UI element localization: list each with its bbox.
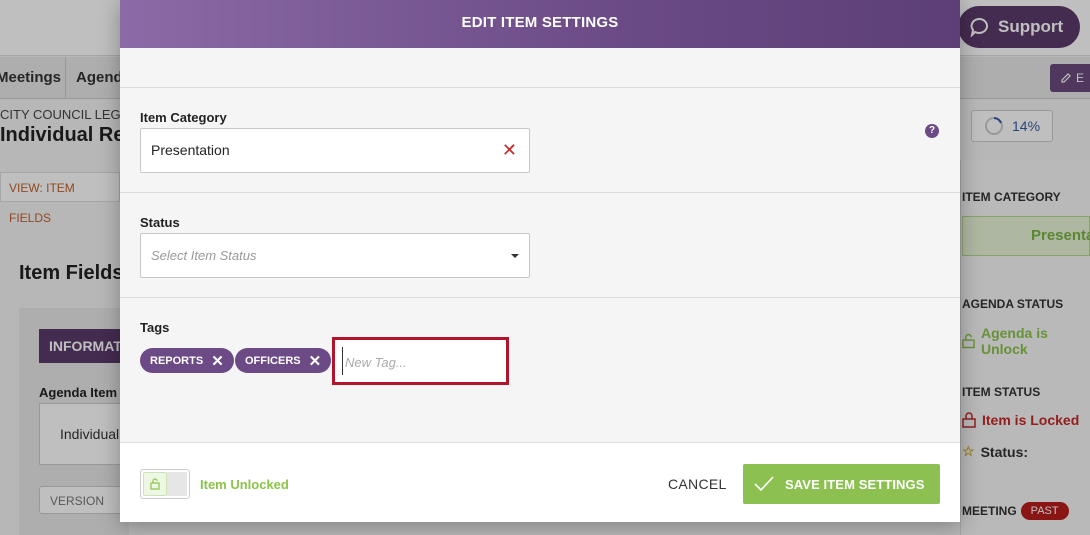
save-item-settings-button[interactable]: SAVE ITEM SETTINGS [743, 464, 940, 504]
toggle-knob [143, 472, 167, 496]
edit-item-settings-modal: EDIT ITEM SETTINGS Item Category Present… [120, 0, 960, 522]
tag-label: REPORTS [150, 354, 204, 367]
section-divider [120, 192, 960, 193]
save-label: SAVE ITEM SETTINGS [785, 476, 925, 492]
modal-footer: Item Unlocked CANCEL SAVE ITEM SETTINGS [120, 442, 960, 522]
toggle-label: Item Unlocked [200, 477, 289, 492]
cancel-button[interactable]: CANCEL [668, 476, 727, 492]
unlock-icon [150, 478, 160, 490]
status-label: Status [140, 215, 180, 230]
item-category-label: Item Category [140, 110, 227, 125]
help-icon[interactable]: ? [925, 124, 939, 138]
item-category-select[interactable]: Presentation ✕ [140, 128, 530, 173]
item-category-value: Presentation [151, 142, 230, 158]
modal-title: EDIT ITEM SETTINGS [120, 0, 960, 48]
tag-officers[interactable]: OFFICERS ✕ [235, 348, 332, 373]
section-divider [120, 297, 960, 298]
clear-category-icon[interactable]: ✕ [502, 129, 517, 172]
new-tag-input[interactable]: New Tag... [332, 337, 509, 385]
tags-label: Tags [140, 320, 170, 335]
status-select[interactable]: Select Item Status [140, 233, 530, 278]
tag-reports[interactable]: REPORTS ✕ [140, 348, 234, 373]
section-divider [120, 87, 960, 88]
remove-tag-icon[interactable]: ✕ [309, 352, 322, 370]
tag-label: OFFICERS [245, 354, 301, 367]
new-tag-placeholder: New Tag... [342, 347, 499, 375]
modal-body: Item Category Presentation ✕ ? Status Se… [120, 48, 960, 442]
lock-toggle[interactable] [140, 469, 190, 499]
remove-tag-icon[interactable]: ✕ [211, 352, 224, 370]
status-placeholder: Select Item Status [151, 248, 257, 263]
checkmark-icon [754, 476, 774, 492]
toggle-track [167, 472, 187, 496]
chevron-down-icon [511, 254, 519, 258]
